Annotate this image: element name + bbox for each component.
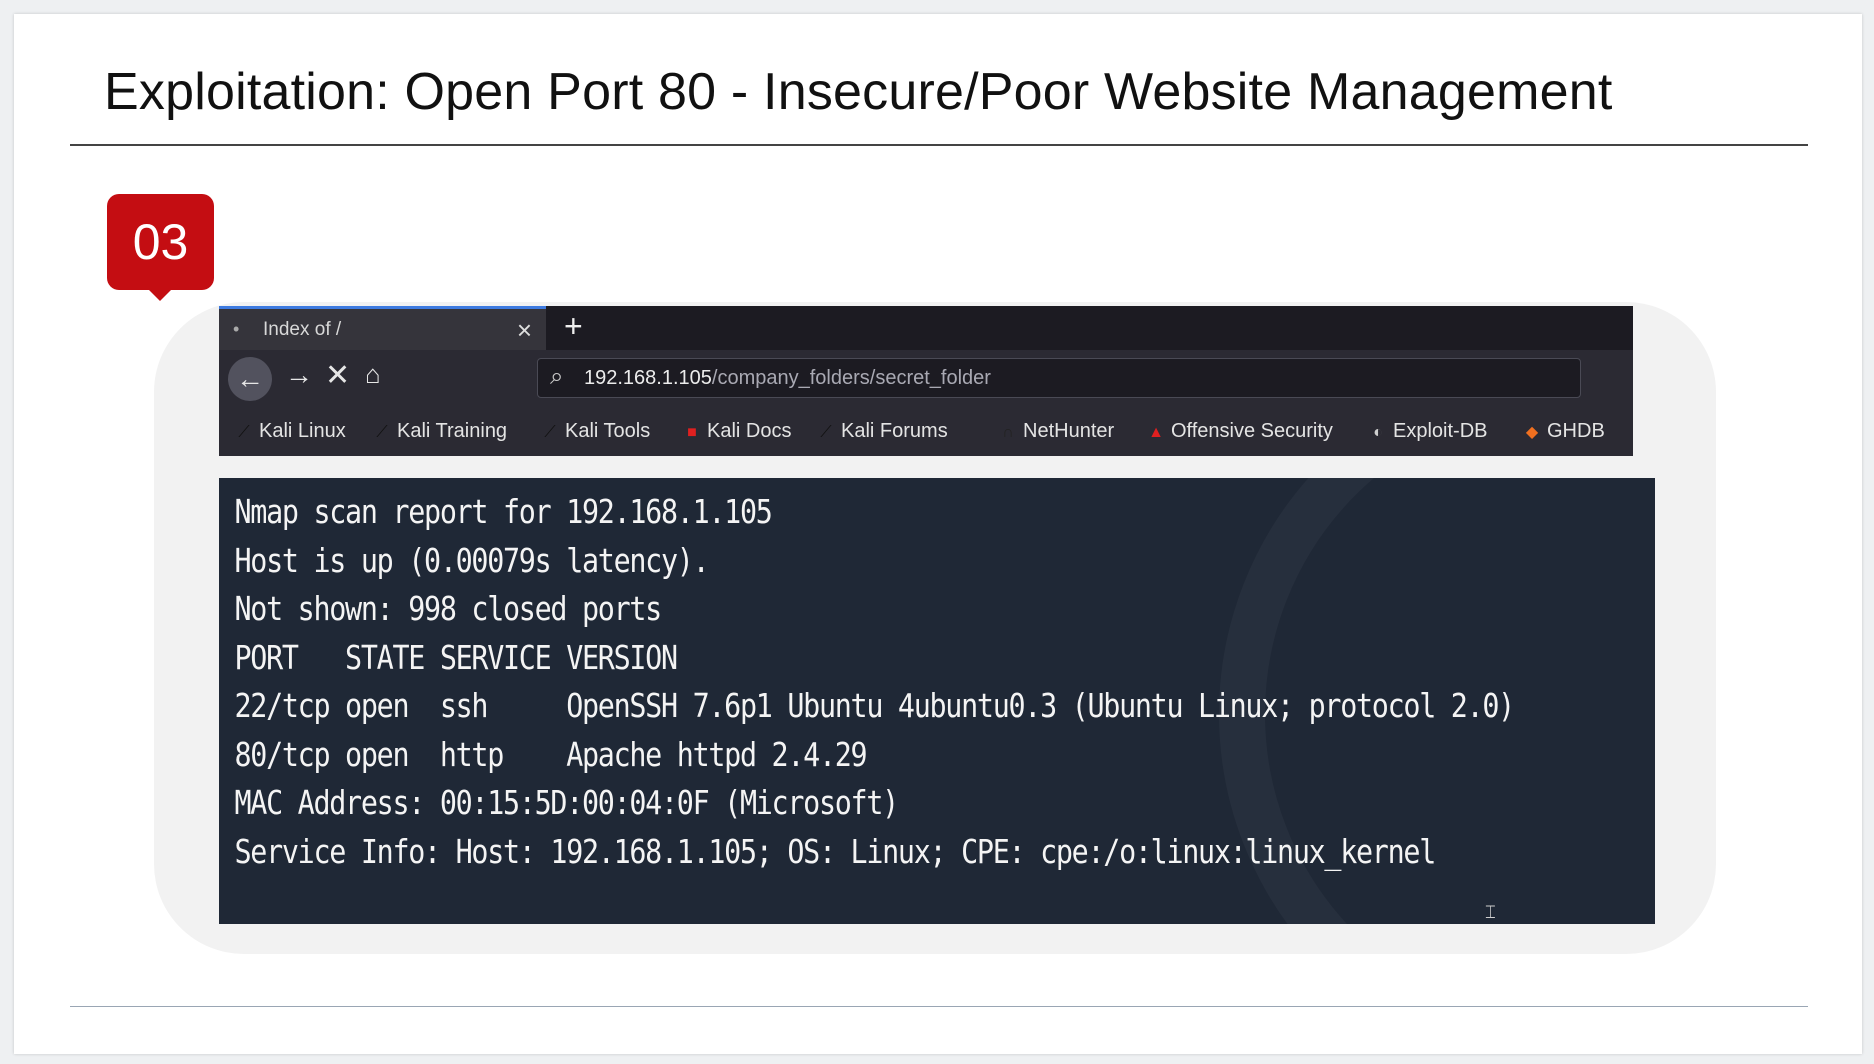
terminal-line: MAC Address: 00:15:5D:00:04:0F (Microsof… xyxy=(234,783,899,822)
bookmark-label: NetHunter xyxy=(1023,420,1115,442)
title-divider xyxy=(70,144,1808,146)
bookmarks-toolbar: ⟋ Kali Linux ⟋ Kali Training ⟋ Kali Tools ■… xyxy=(219,408,1633,456)
back-arrow-icon[interactable]: ← xyxy=(228,357,272,401)
bookmark-label: Kali Forums xyxy=(841,420,948,442)
bookmark-label: Kali Training xyxy=(397,420,508,442)
tab-title: Index of / xyxy=(263,319,342,340)
terminal-output: Nmap scan report for 192.168.1.105 Host … xyxy=(219,478,1655,924)
exploitdb-icon: ◐ xyxy=(1373,424,1383,441)
terminal-line: Nmap scan report for 192.168.1.105 xyxy=(234,492,772,531)
step-badge: 03 xyxy=(107,194,214,301)
search-icon: ⌕ xyxy=(550,363,564,390)
bookmark-nethunter[interactable]: ∩ NetHunter xyxy=(997,420,1114,443)
kali-dragon-icon: ⟋ xyxy=(238,424,250,441)
navigation-bar: ← → ✕ ⌂ ⌕ 192.168.1.105/company_folders/… xyxy=(219,350,1633,408)
bookmark-exploit-db[interactable]: ◐ Exploit-DB xyxy=(1367,420,1487,443)
kali-dragon-icon: ⟋ xyxy=(820,424,832,441)
kali-dragon-icon: ⟋ xyxy=(544,424,556,441)
footer-divider xyxy=(70,1006,1808,1007)
bookmark-label: Kali Docs xyxy=(707,420,792,442)
plus-icon[interactable]: + xyxy=(564,308,583,345)
terminal-line: 80/tcp open http Apache httpd 2.4.29 xyxy=(234,734,867,774)
browser-window: • Index of / × + ← → ✕ ⌂ ⌕ 192.168.1.105… xyxy=(219,306,1633,456)
bookmark-ghdb[interactable]: ◆ GHDB xyxy=(1521,420,1605,443)
url-path: /company_folders/secret_folder xyxy=(711,367,991,389)
terminal-line: 22/tcp open ssh OpenSSH 7.6p1 Ubuntu 4ub… xyxy=(234,686,1515,725)
bookmark-kali-tools[interactable]: ⟋ Kali Tools xyxy=(539,420,650,443)
terminal-line: PORT STATE SERVICE VERSION xyxy=(234,637,678,677)
kali-dragon-icon: ⟋ xyxy=(376,424,388,441)
tab-dot-icon: • xyxy=(233,319,240,339)
bookmark-kali-docs[interactable]: ■ Kali Docs xyxy=(681,420,791,443)
ghdb-icon: ◆ xyxy=(1525,424,1539,441)
terminal-line: Not shown: 998 closed ports xyxy=(234,589,662,628)
kali-docs-icon: ■ xyxy=(687,424,697,441)
text-cursor-icon: ⌶ xyxy=(1485,902,1496,922)
slide-title: Exploitation: Open Port 80 - Insecure/Po… xyxy=(104,63,1613,121)
home-icon[interactable]: ⌂ xyxy=(365,359,381,390)
url-text: 192.168.1.105/company_folders/secret_fol… xyxy=(584,367,991,390)
address-bar[interactable]: ⌕ 192.168.1.105/company_folders/secret_f… xyxy=(537,358,1581,398)
tab-index[interactable]: • Index of / × xyxy=(219,306,546,350)
bookmark-offensive-security[interactable]: ▲ Offensive Security xyxy=(1145,420,1333,443)
terminal-line: Host is up (0.00079s latency). xyxy=(234,540,709,580)
forward-arrow-icon[interactable]: → xyxy=(285,359,313,391)
bookmark-label: Exploit-DB xyxy=(1393,420,1488,442)
stop-icon[interactable]: ✕ xyxy=(325,358,350,393)
offsec-icon: ▲ xyxy=(1148,424,1164,441)
bookmark-label: Kali Linux xyxy=(259,420,346,442)
nethunter-icon: ∩ xyxy=(1002,424,1014,441)
bookmark-kali-training[interactable]: ⟋ Kali Training xyxy=(371,420,507,443)
bookmark-kali-forums[interactable]: ⟋ Kali Forums xyxy=(815,420,948,443)
bookmark-label: GHDB xyxy=(1547,420,1605,442)
bookmark-label: Kali Tools xyxy=(565,420,651,442)
close-icon[interactable]: × xyxy=(517,315,532,346)
nmap-output: Nmap scan report for 192.168.1.105 Host … xyxy=(219,478,1515,876)
terminal-line: Service Info: Host: 192.168.1.105; OS: L… xyxy=(234,831,1436,871)
bookmark-label: Offensive Security xyxy=(1171,420,1333,442)
tab-bar: • Index of / × + xyxy=(219,306,1633,350)
url-host: 192.168.1.105 xyxy=(584,367,712,389)
bookmark-kali-linux[interactable]: ⟋ Kali Linux xyxy=(233,420,346,443)
